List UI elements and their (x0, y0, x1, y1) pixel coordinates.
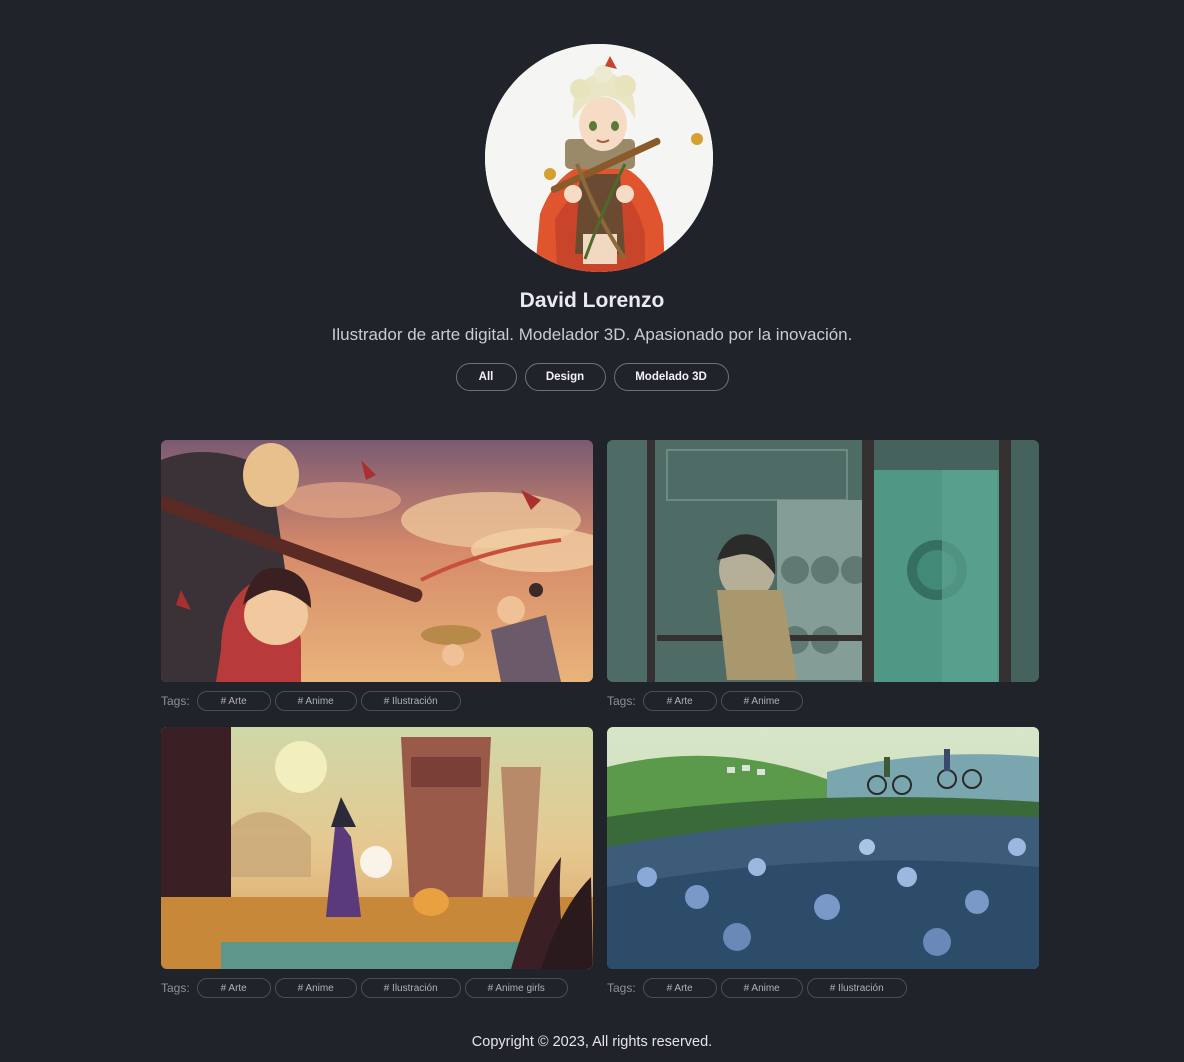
tags-label: Tags: (161, 694, 190, 708)
laundromat-illustration-image[interactable] (607, 440, 1039, 682)
tag-chip[interactable]: # Arte (196, 978, 271, 998)
tag-chip[interactable]: # Ilustración (806, 978, 907, 998)
tag-list: Tags: # Arte # Anime # Ilustración (161, 690, 593, 712)
filter-all-button[interactable]: All (455, 363, 517, 391)
profile-bio: Ilustrador de arte digital. Modelador 3D… (331, 325, 853, 344)
tag-chip[interactable]: # Anime girls (464, 978, 568, 998)
footer-copyright: Copyright © 2023, All rights reserved. (471, 1034, 713, 1050)
samurai-illustration-image[interactable] (161, 440, 593, 682)
tag-chip[interactable]: # Ilustración (360, 691, 461, 711)
tag-chip[interactable]: # Anime (720, 978, 803, 998)
tag-chip[interactable]: # Anime (274, 691, 357, 711)
gallery-card: Tags: # Arte # Anime # Ilustración (607, 727, 1039, 999)
profile-name: David Lorenzo (519, 289, 665, 312)
tag-chip[interactable]: # Arte (642, 978, 717, 998)
gallery-card: Tags: # Arte # Anime # Ilustración (161, 440, 593, 712)
tags-label: Tags: (607, 981, 636, 995)
tag-chip[interactable]: # Ilustración (360, 978, 461, 998)
tag-chip[interactable]: # Anime (274, 978, 357, 998)
anime-character-avatar-icon (485, 44, 713, 272)
tag-chip[interactable]: # Arte (196, 691, 271, 711)
tag-chip[interactable]: # Anime (720, 691, 803, 711)
tag-list: Tags: # Arte # Anime # Ilustración (607, 977, 1039, 999)
profile-avatar (485, 44, 713, 272)
gallery-card: Tags: # Arte # Anime # Ilustración # Ani… (161, 727, 593, 999)
witch-desert-illustration-image[interactable] (161, 727, 593, 969)
tag-list: Tags: # Arte # Anime # Ilustración # Ani… (161, 977, 593, 999)
tags-label: Tags: (161, 981, 190, 995)
tag-list: Tags: # Arte # Anime (607, 690, 1039, 712)
filter-design-button[interactable]: Design (524, 363, 606, 391)
flower-field-illustration-image[interactable] (607, 727, 1039, 969)
filter-bar: All Design Modelado 3D (0, 363, 1184, 391)
gallery-card: Tags: # Arte # Anime (607, 440, 1039, 712)
tag-chip[interactable]: # Arte (642, 691, 717, 711)
tags-label: Tags: (607, 694, 636, 708)
filter-3d-modeling-button[interactable]: Modelado 3D (613, 363, 729, 391)
